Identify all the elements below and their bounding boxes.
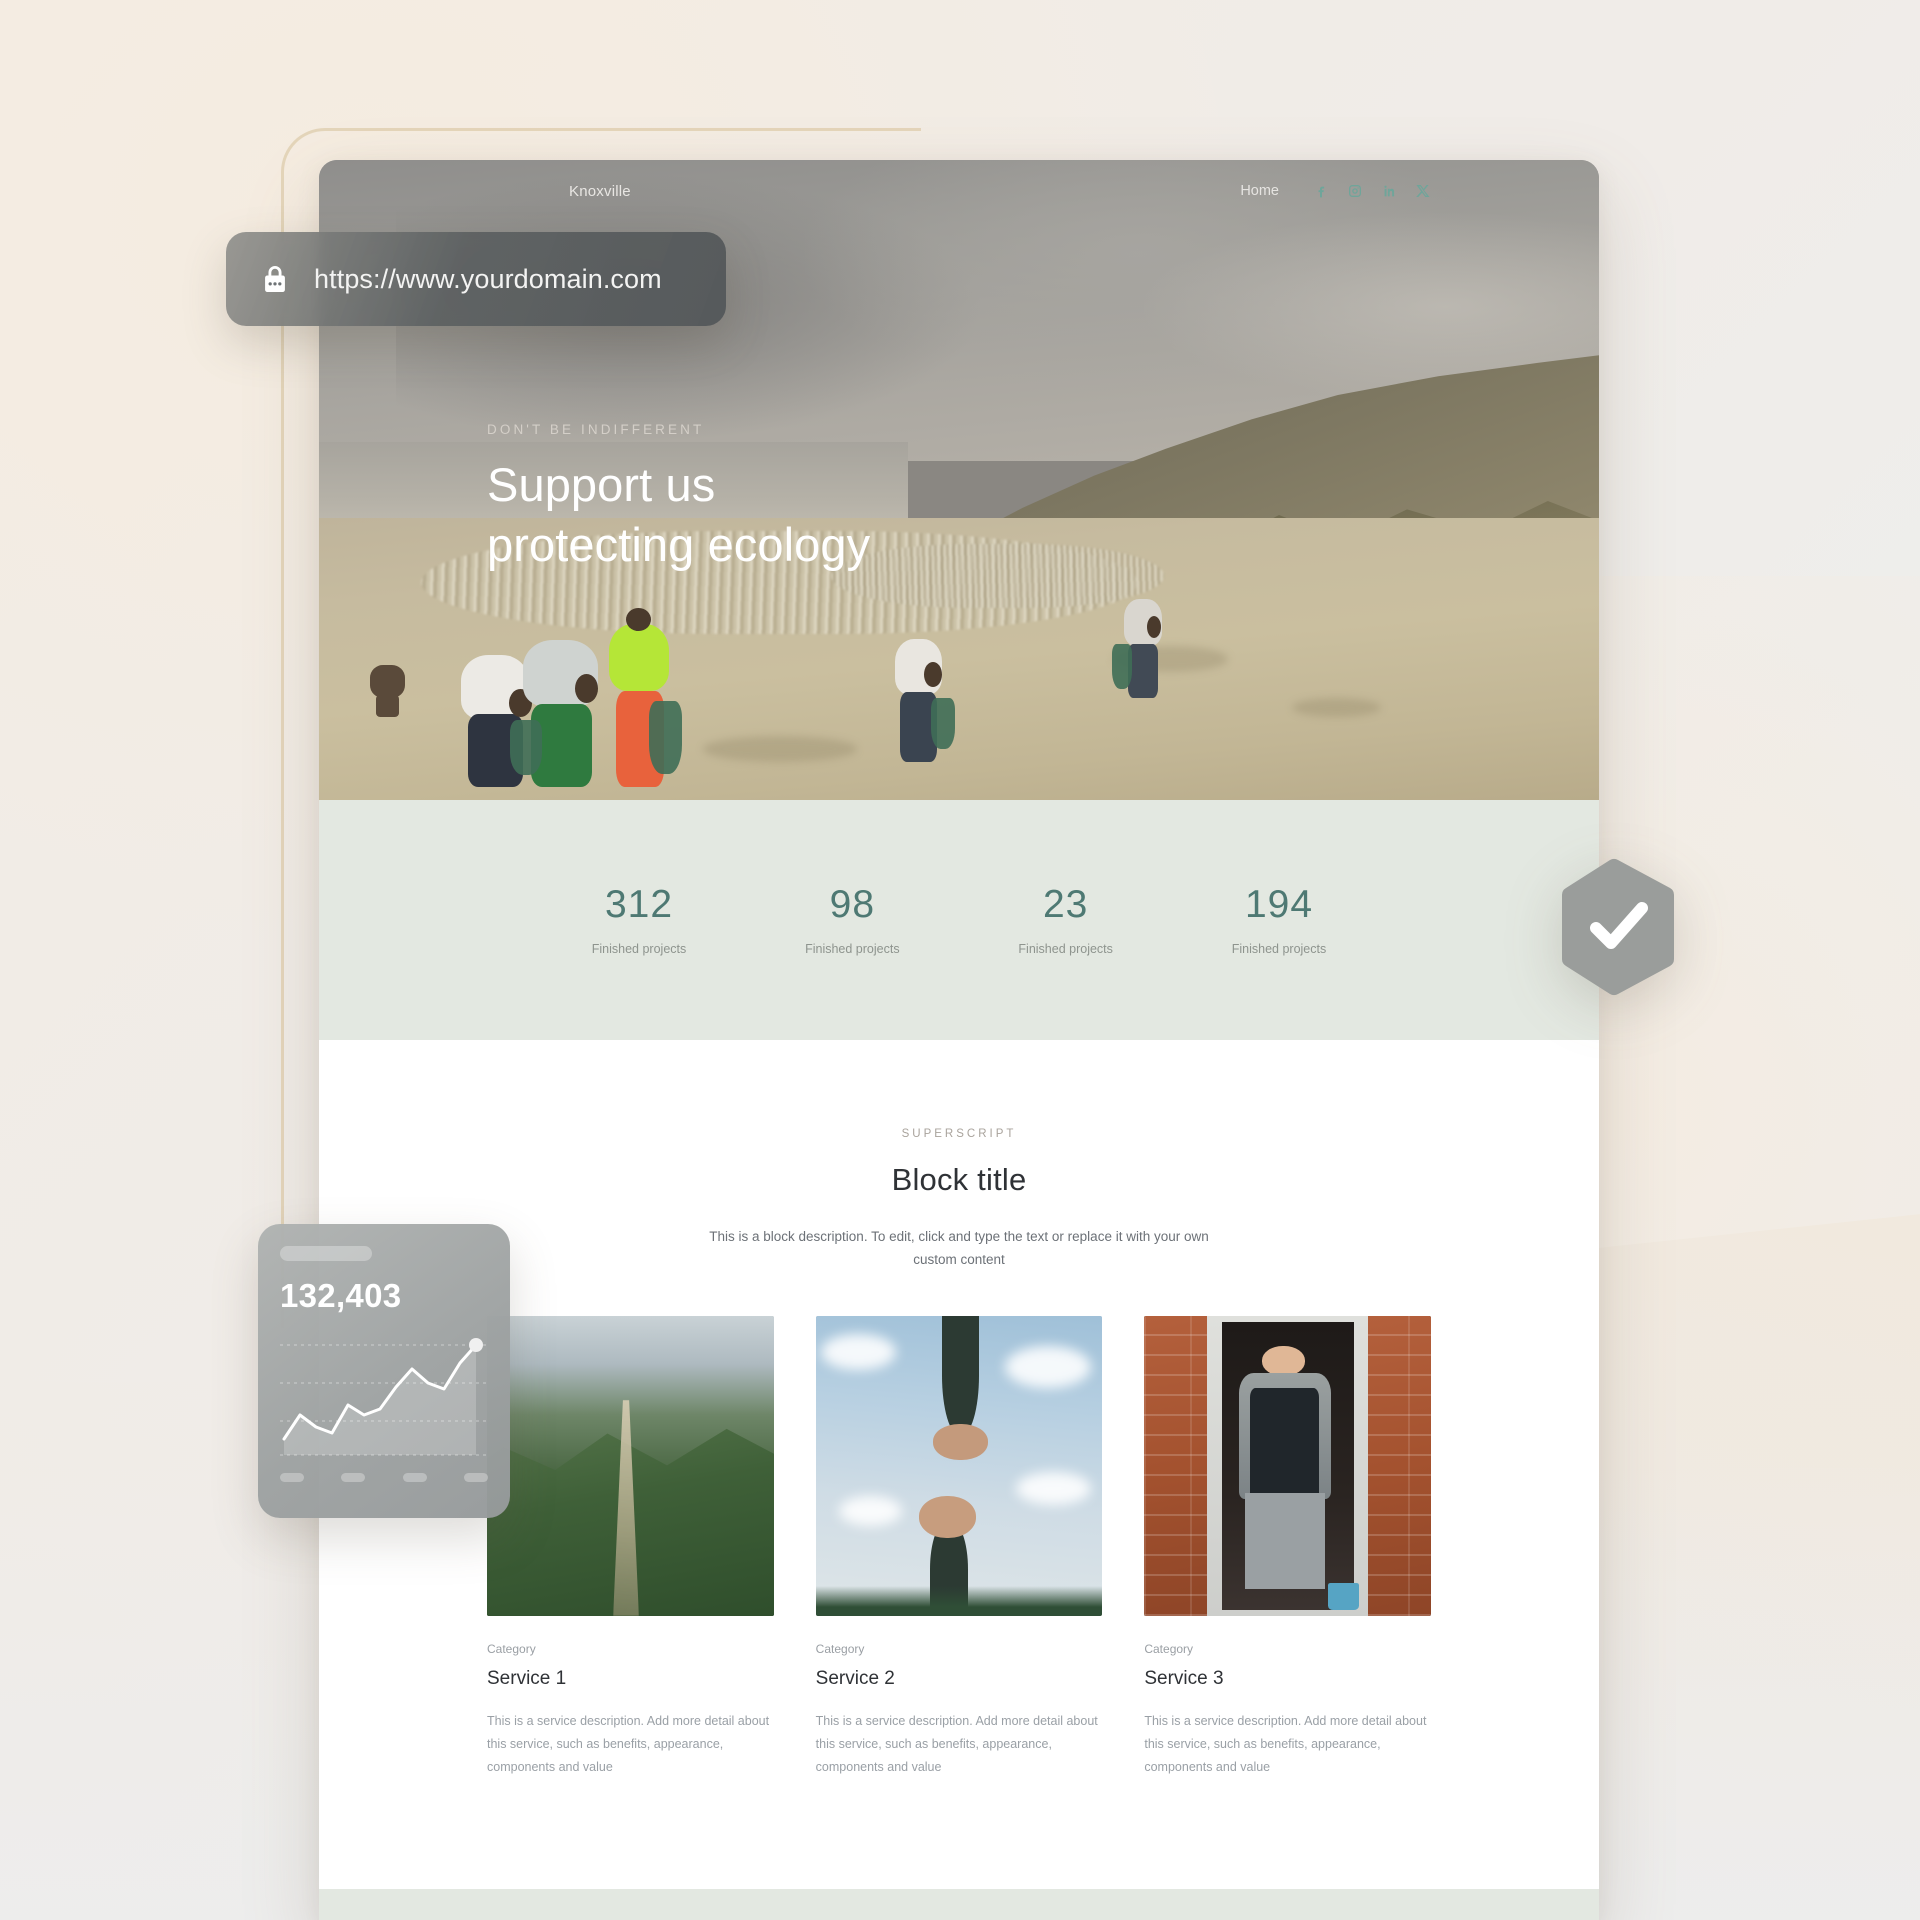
stats-row: 312 Finished projects 98 Finished projec…	[539, 882, 1379, 957]
service-card-category: Category	[815, 1641, 865, 1656]
stat-label: Finished projects	[1018, 942, 1113, 957]
axis-label-placeholder	[341, 1473, 366, 1482]
chart-area-fill	[284, 1345, 476, 1455]
service-card-image-sky	[815, 1315, 1103, 1616]
block-title: Block title	[891, 1162, 1027, 1197]
analytics-chart	[280, 1329, 488, 1463]
hero-title-line-1: Support us	[487, 458, 716, 511]
stat-value: 23	[1042, 882, 1089, 926]
service-card-title: Service 2	[815, 1667, 895, 1689]
hero-title-line-2: protecting ecology	[487, 517, 871, 571]
url-bar[interactable]: https://www.yourdomain.com	[226, 232, 726, 326]
stat-value: 312	[604, 882, 674, 926]
hero-kicker: DON'T BE INDIFFERENT	[487, 422, 705, 437]
block-superscript: SUPERSCRIPT	[901, 1128, 1017, 1140]
stats-section: 312 Finished projects 98 Finished projec…	[319, 800, 1599, 1040]
website-preview-card: Knoxville Home DON'T BE INDIFFERENT Supp…	[319, 160, 1599, 1920]
stat-value: 194	[1244, 882, 1314, 926]
service-card[interactable]: Category Service 1 This is a service des…	[487, 1315, 774, 1779]
axis-label-placeholder	[463, 1473, 488, 1482]
service-card-title: Service 3	[1144, 1667, 1224, 1689]
stat-label: Finished projects	[1231, 942, 1327, 957]
lock-icon	[258, 262, 292, 296]
service-card-image-doorway	[1144, 1315, 1432, 1616]
linkedin-icon[interactable]	[1381, 183, 1397, 199]
stat-item: 23 Finished projects	[966, 882, 1166, 957]
axis-label-placeholder	[280, 1473, 304, 1482]
service-card-description: This is a service description. Add more …	[815, 1713, 1098, 1775]
facebook-icon[interactable]	[1313, 183, 1329, 199]
stat-value: 98	[829, 882, 876, 926]
hero-beach-debris-secondary	[831, 544, 1164, 608]
hero-volunteer-figure	[1111, 595, 1170, 698]
service-card-image-hills	[487, 1315, 774, 1616]
stat-label: Finished projects	[805, 942, 900, 957]
service-card-category: Category	[1144, 1641, 1194, 1656]
instagram-icon[interactable]	[1347, 183, 1363, 199]
hero-dog-figure	[370, 659, 408, 717]
nav-link-home[interactable]: Home	[1240, 183, 1279, 199]
chart-last-point-marker	[469, 1338, 483, 1352]
hero-sand-patch	[1291, 697, 1382, 717]
block-description: This is a block description. To edit, cl…	[709, 1229, 1209, 1267]
analytics-title-placeholder	[280, 1246, 372, 1261]
site-brand[interactable]: Knoxville	[569, 183, 631, 200]
services-block-section: SUPERSCRIPT Block title This is a block …	[319, 1040, 1599, 1890]
stat-item: 194 Finished projects	[1179, 882, 1379, 957]
analytics-line-chart	[280, 1338, 488, 1456]
stat-item: 312 Finished projects	[539, 882, 739, 957]
hero-title: Support us protecting ecology	[487, 455, 870, 574]
url-text: https://www.yourdomain.com	[314, 263, 662, 294]
hero-sand-patch	[703, 736, 857, 762]
hero-volunteer-figure	[601, 607, 684, 788]
hero-volunteer-figure	[509, 634, 613, 788]
shield-check-badge	[1558, 858, 1678, 996]
testimonial-section	[319, 1889, 1599, 1920]
service-card-title: Service 1	[487, 1667, 567, 1689]
x-icon[interactable]	[1415, 183, 1431, 199]
navbar-right-group: Home	[1240, 183, 1431, 199]
site-navbar: Knoxville Home	[319, 160, 1599, 222]
hero-volunteer-figure	[889, 634, 956, 762]
service-card-category: Category	[487, 1641, 536, 1656]
service-card-description: This is a service description. Add more …	[1144, 1713, 1427, 1775]
stat-item: 98 Finished projects	[752, 882, 952, 957]
analytics-axis-placeholders	[280, 1473, 488, 1482]
service-card-description: This is a service description. Add more …	[487, 1713, 770, 1775]
axis-label-placeholder	[402, 1473, 427, 1482]
service-card[interactable]: Category Service 3 This is a service des…	[1144, 1315, 1432, 1779]
shield-check-icon	[1561, 858, 1675, 996]
analytics-widget[interactable]: 132,403	[258, 1224, 510, 1518]
analytics-metric-value: 132,403	[280, 1277, 402, 1314]
stat-label: Finished projects	[591, 942, 687, 957]
service-card[interactable]: Category Service 2 This is a service des…	[815, 1315, 1103, 1779]
hero-text-block: DON'T BE INDIFFERENT Support us protecti…	[487, 422, 870, 574]
social-links	[1313, 183, 1431, 199]
service-cards: Category Service 1 This is a service des…	[487, 1315, 1432, 1779]
